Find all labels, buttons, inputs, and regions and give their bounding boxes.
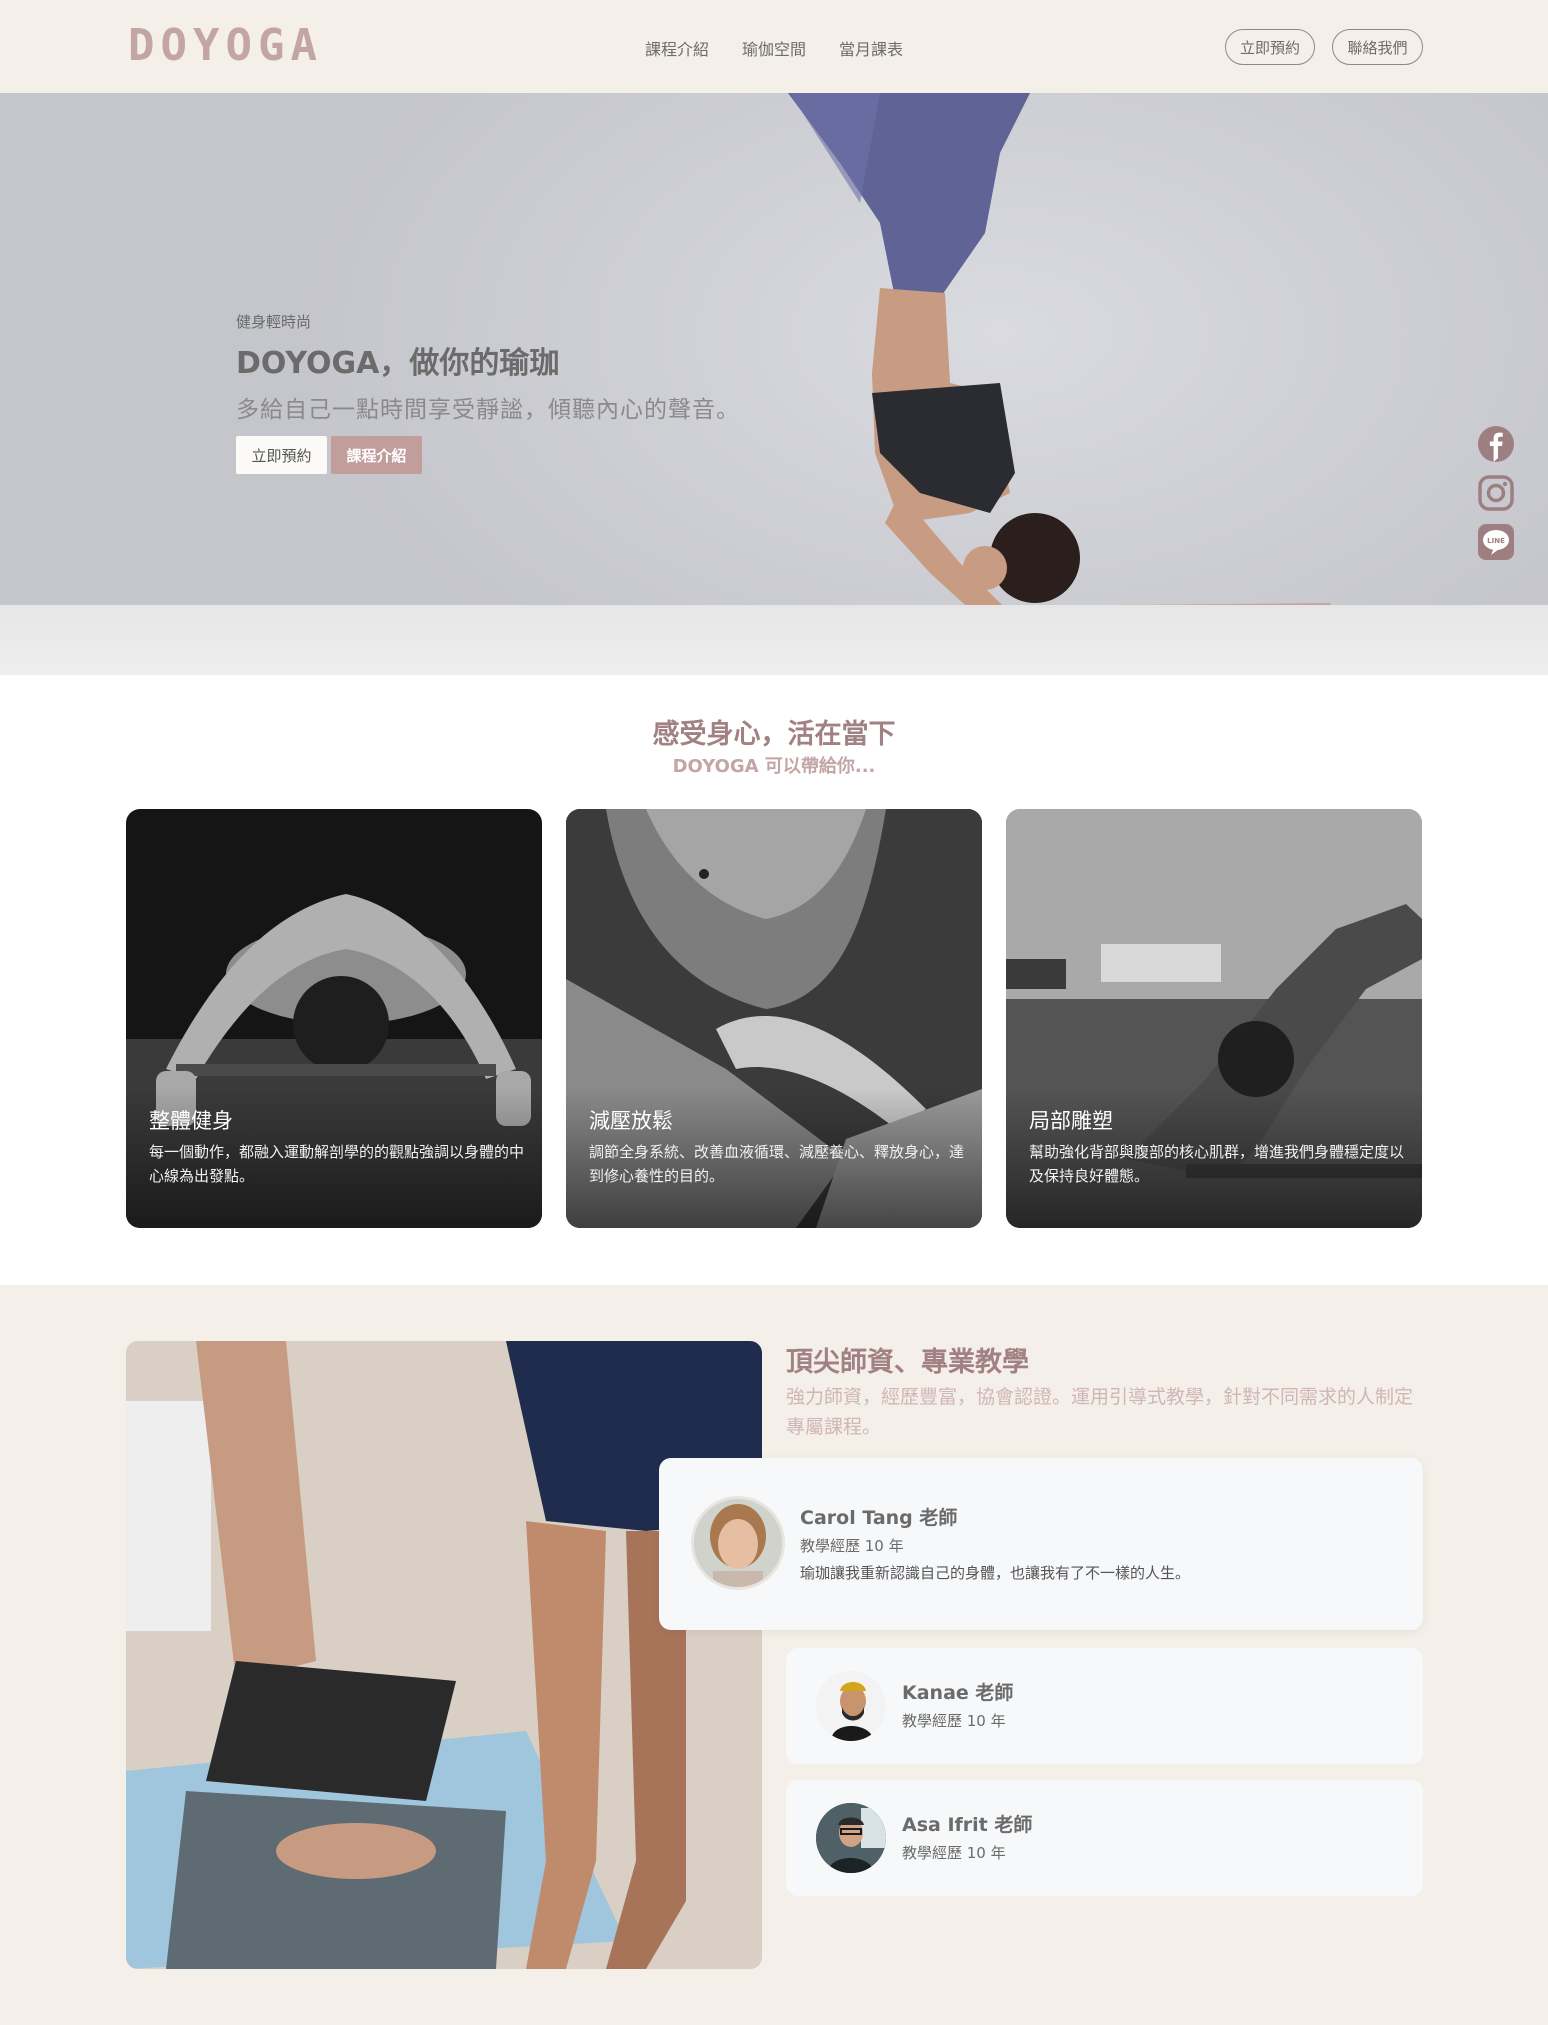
teacher-card-kanae[interactable]: Kanae 老師 教學經歷 10 年	[786, 1648, 1423, 1764]
avatar	[816, 1803, 886, 1873]
card-title: 局部雕塑	[1029, 1109, 1113, 1133]
hero-subtitle: 多給自己一點時間享受靜謐，傾聽內心的聲音。	[236, 397, 740, 423]
hero-banner: 健身輕時尚 DOYOGA，做你的瑜珈 多給自己一點時間享受靜謐，傾聽內心的聲音。…	[0, 93, 1548, 675]
header-book-button[interactable]: 立即預約	[1225, 29, 1315, 65]
facebook-icon[interactable]	[1477, 425, 1515, 463]
card-title: 整體健身	[149, 1109, 233, 1133]
hero-kicker: 健身輕時尚	[236, 313, 312, 331]
avatar	[691, 1496, 785, 1590]
feature-card-relax[interactable]: 減壓放鬆 調節全身系統、改善血液循環、減壓養心、釋放身心，達到修心養性的目的。	[566, 809, 982, 1228]
hero-text: 健身輕時尚 DOYOGA，做你的瑜珈 多給自己一點時間享受靜謐，傾聽內心的聲音。…	[236, 311, 740, 474]
feature-card-sculpt[interactable]: 局部雕塑 幫助強化背部與腹部的核心肌群，增進我們身體穩定度以及保持良好體態。	[1006, 809, 1422, 1228]
nav-item-space[interactable]: 瑜伽空間	[742, 36, 806, 60]
instagram-icon[interactable]	[1477, 474, 1515, 512]
hero-floor	[0, 605, 1548, 675]
card-desc: 調節全身系統、改善血液循環、減壓養心、釋放身心，達到修心養性的目的。	[589, 1143, 965, 1185]
card-desc: 每一個動作，都融入運動解剖學的的觀點強調以身體的中心線為出發點。	[149, 1143, 525, 1185]
teacher-quote: 瑜珈讓我重新認識自己的身體，也讓我有了不一樣的人生。	[800, 1564, 1191, 1582]
nav-item-schedule[interactable]: 當月課表	[839, 36, 903, 60]
avatar	[816, 1671, 886, 1741]
teacher-name: Carol Tang 老師	[800, 1507, 958, 1529]
teacher-name: Kanae 老師	[902, 1682, 1014, 1704]
feel-subtitle: DOYOGA 可以帶給你...	[672, 756, 876, 777]
main-nav: 課程介紹 瑜伽空間 當月課表	[645, 36, 903, 60]
hero-buttons: 立即預約 課程介紹	[236, 436, 740, 474]
line-icon-text: LINE	[1487, 537, 1505, 545]
header-contact-button[interactable]: 聯絡我們	[1332, 29, 1423, 65]
hero-book-button[interactable]: 立即預約	[236, 436, 327, 474]
feel-title: 感受身心，活在當下	[652, 719, 896, 750]
card-title: 減壓放鬆	[589, 1109, 673, 1133]
card-desc: 幫助強化背部與腹部的核心肌群，增進我們身體穩定度以及保持良好體態。	[1029, 1143, 1405, 1185]
hero-yoga-image	[290, 93, 1338, 658]
teacher-experience: 教學經歷 10 年	[800, 1537, 904, 1555]
line-icon[interactable]: LINE	[1477, 523, 1515, 561]
teachers-title: 頂尖師資、專業教學	[786, 1347, 1029, 1378]
teachers-desc: 強力師資，經歷豐富，協會認證。運用引導式教學，針對不同需求的人制定專屬課程。	[786, 1386, 1414, 1438]
teacher-card-carol[interactable]: Carol Tang 老師 教學經歷 10 年 瑜珈讓我重新認識自己的身體，也讓…	[659, 1458, 1423, 1630]
teacher-experience: 教學經歷 10 年	[902, 1844, 1006, 1862]
teacher-card-asa[interactable]: Asa Ifrit 老師 教學經歷 10 年	[786, 1780, 1423, 1896]
teachers-photo	[126, 1341, 762, 1969]
nav-item-courses[interactable]: 課程介紹	[645, 36, 709, 60]
logo[interactable]: DOYOGA	[128, 20, 323, 71]
hero-title: DOYOGA，做你的瑜珈	[236, 346, 560, 381]
hero-courses-button[interactable]: 課程介紹	[331, 436, 422, 474]
teacher-experience: 教學經歷 10 年	[902, 1712, 1006, 1730]
feature-card-fitness[interactable]: 整體健身 每一個動作，都融入運動解剖學的的觀點強調以身體的中心線為出發點。	[126, 809, 542, 1228]
teacher-name: Asa Ifrit 老師	[902, 1814, 1033, 1836]
site-header: DOYOGA 課程介紹 瑜伽空間 當月課表 立即預約 聯絡我們	[0, 0, 1548, 93]
